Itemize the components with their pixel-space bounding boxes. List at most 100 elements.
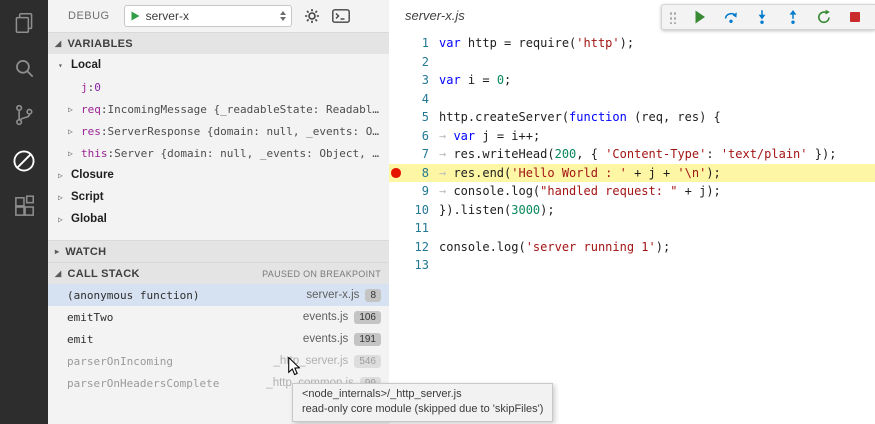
twistie-collapsed-icon[interactable]: ▷ [58,171,71,180]
step-out-button[interactable] [784,9,801,26]
code-line[interactable]: 2 [389,53,875,72]
breakpoint-gutter[interactable] [389,182,403,201]
code-line[interactable]: 6→ var j = i++; [389,127,875,146]
debug-icon[interactable] [9,146,39,176]
variable-value: IncomingMessage {_readableState: Readabl… [108,103,380,116]
search-icon[interactable] [9,54,39,84]
twistie-collapsed-icon[interactable]: ▷ [68,105,81,114]
code-line[interactable]: 7→ res.writeHead(200, { 'Content-Type': … [389,145,875,164]
variable-name: this [81,147,108,160]
code-line[interactable]: 4 [389,90,875,109]
line-number: 1 [403,34,429,53]
settings-gear-icon[interactable] [304,8,320,24]
line-number: 7 [403,145,429,164]
twistie-collapsed-icon[interactable]: ▷ [58,215,71,224]
token-ws: → [439,129,453,143]
token-pln: (req, res) { [627,110,721,124]
call-stack-list: (anonymous function)server-x.js8emitTwoe… [48,284,389,394]
code-line[interactable]: 10}).listen(3000); [389,201,875,220]
token-num: 3000 [511,203,540,217]
variable-value: 0 [94,81,101,94]
twistie-collapsed-icon[interactable]: ▷ [68,149,81,158]
breakpoint-gutter[interactable] [389,90,403,109]
breakpoint-gutter[interactable] [389,108,403,127]
twistie-collapsed-icon[interactable]: ▷ [58,193,71,202]
debug-config-name: server-x [146,9,280,23]
token-pln: ); [620,36,634,50]
breakpoint-gutter[interactable] [389,53,403,72]
scope-label: Script [71,191,104,203]
code-line[interactable]: 11 [389,219,875,238]
breakpoint-gutter[interactable] [389,127,403,146]
variables-section-header[interactable]: ◢ VARIABLES [48,32,389,54]
code-line[interactable]: 9→ console.log("handled request: " + j); [389,182,875,201]
explorer-icon[interactable] [9,8,39,38]
token-kw: var [439,36,461,50]
step-into-button[interactable] [753,9,770,26]
call-stack-frame[interactable]: emitevents.js191 [48,328,389,350]
breakpoint-gutter[interactable] [389,219,403,238]
scope-row[interactable]: ▷Global [48,208,389,230]
breakpoint-gutter[interactable] [389,238,403,257]
restart-button[interactable] [815,9,832,26]
variable-row[interactable]: ▷this: Server {domain: null, _events: Ob… [48,142,389,164]
breakpoint-gutter[interactable] [389,201,403,220]
variable-name: req [81,103,101,116]
debug-sidebar-header: DEBUG server-x [48,0,389,32]
line-number: 3 [403,71,429,90]
source-control-icon[interactable] [9,100,39,130]
call-stack-section-header[interactable]: ◢ CALL STACK PAUSED ON BREAKPOINT [48,262,389,284]
scope-row[interactable]: ▾Local [48,54,389,76]
token-pln: console.log( [439,240,526,254]
call-stack-frame[interactable]: emitTwoevents.js106 [48,306,389,328]
code-line[interactable]: 3var i = 0; [389,71,875,90]
scope-row[interactable]: ▷Script [48,186,389,208]
mouse-cursor [287,357,301,376]
line-number: 2 [403,53,429,72]
tooltip-description: read-only core module (skipped due to 's… [302,402,543,417]
line-number: 8 [403,164,429,183]
code-line[interactable]: 8→ res.end('Hello World : ' + j + '\n'); [389,164,875,183]
scope-label: Global [71,213,107,225]
call-stack-frame[interactable]: (anonymous function)server-x.js8 [48,284,389,306]
call-stack-frame[interactable]: parserOnIncoming_http_server.js546 [48,350,389,372]
watch-section-header[interactable]: ▸ WATCH [48,240,389,262]
code-line[interactable]: 5http.createServer(function (req, res) { [389,108,875,127]
token-pln: + j); [677,184,720,198]
variable-separator: : [108,147,115,160]
step-over-button[interactable] [722,9,739,26]
debug-console-icon[interactable] [332,9,350,23]
line-number: 4 [403,90,429,109]
breakpoint-gutter[interactable] [389,256,403,275]
activity-bar [0,0,48,424]
variable-row[interactable]: ▷res: ServerResponse {domain: null, _eve… [48,120,389,142]
stop-button[interactable] [846,9,863,26]
extensions-icon[interactable] [9,192,39,222]
code-line[interactable]: 1var http = require('http'); [389,34,875,53]
breakpoint-gutter[interactable] [389,71,403,90]
variables-section-label: VARIABLES [67,38,132,50]
variable-separator: : [101,103,108,116]
line-number: 13 [403,256,429,275]
toolbar-drag-handle-icon[interactable] [669,10,677,24]
start-debug-icon[interactable] [131,11,140,21]
code-text: }).listen(3000); [439,201,555,220]
breakpoint-gutter[interactable] [389,34,403,53]
variable-row[interactable]: j: 0 [48,76,389,98]
breakpoint-gutter[interactable] [389,145,403,164]
debug-config-dropdown[interactable]: server-x [124,5,292,27]
scope-row[interactable]: ▷Closure [48,164,389,186]
code-area: 1var http = require('http');23var i = 0;… [389,34,875,275]
code-line[interactable]: 13 [389,256,875,275]
variable-row[interactable]: ▷req: IncomingMessage {_readableState: R… [48,98,389,120]
continue-button[interactable] [691,9,708,26]
twistie-collapsed-icon[interactable]: ▷ [68,127,81,136]
breakpoint-icon[interactable] [389,164,403,183]
code-line[interactable]: 12console.log('server running 1'); [389,238,875,257]
token-pln: + j + [627,166,678,180]
editor-tab-title[interactable]: server-x.js [405,8,465,23]
token-kw: var [453,129,475,143]
twistie-expanded-icon[interactable]: ▾ [58,61,71,70]
debug-toolbar [661,4,875,30]
token-pln: ); [706,166,720,180]
